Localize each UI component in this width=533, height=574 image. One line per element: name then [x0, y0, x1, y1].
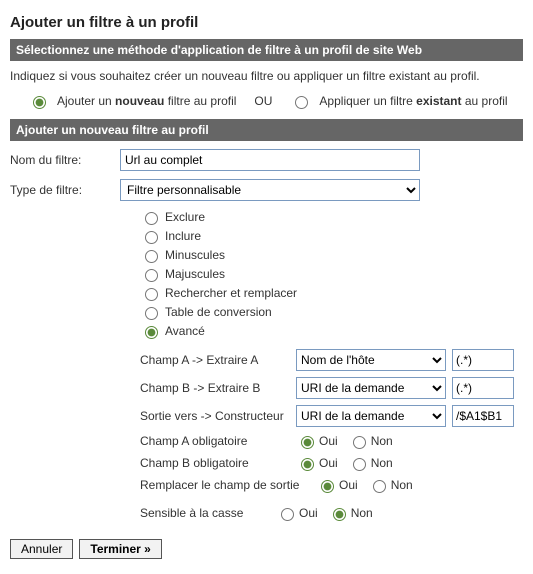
sortie-select[interactable]: URI de la demande: [296, 405, 446, 427]
subtype-label[interactable]: Inclure: [165, 229, 201, 243]
subtype-label[interactable]: Avancé: [165, 324, 205, 338]
submit-button[interactable]: Terminer »: [79, 539, 161, 559]
remplacer-label: Remplacer le champ de sortie: [140, 478, 310, 492]
subtype-minuscules-radio[interactable]: [145, 250, 158, 263]
sortie-input[interactable]: [452, 405, 514, 427]
method-section-bar: Sélectionnez une méthode d'application d…: [10, 39, 523, 61]
non-label[interactable]: Non: [391, 478, 413, 492]
subtype-avance-radio[interactable]: [145, 326, 158, 339]
champ-b-select[interactable]: URI de la demande: [296, 377, 446, 399]
casse-oui-radio[interactable]: [281, 508, 294, 521]
filter-name-label: Nom du filtre:: [10, 153, 120, 167]
subtype-majuscules-radio[interactable]: [145, 269, 158, 282]
oui-label[interactable]: Oui: [319, 456, 338, 470]
non-label[interactable]: Non: [371, 456, 393, 470]
subtype-label[interactable]: Majuscules: [165, 267, 225, 281]
champ-b-input[interactable]: [452, 377, 514, 399]
filter-subtype-group: Exclure Inclure Minuscules Majuscules Re…: [140, 209, 523, 339]
remplacer-oui-radio[interactable]: [321, 480, 334, 493]
subtype-conversion-radio[interactable]: [145, 307, 158, 320]
oui-label[interactable]: Oui: [339, 478, 358, 492]
subtype-label[interactable]: Minuscules: [165, 248, 225, 262]
filter-section-bar: Ajouter un nouveau filtre au profil: [10, 119, 523, 141]
oblig-b-non-radio[interactable]: [353, 458, 366, 471]
oblig-a-non-radio[interactable]: [353, 436, 366, 449]
non-label[interactable]: Non: [371, 434, 393, 448]
method-new-radio[interactable]: [33, 96, 46, 109]
champ-a-label: Champ A -> Extraire A: [140, 353, 290, 367]
page-title: Ajouter un filtre à un profil: [10, 14, 523, 31]
subtype-exclure-radio[interactable]: [145, 212, 158, 225]
champ-b-label: Champ B -> Extraire B: [140, 381, 290, 395]
filter-name-input[interactable]: [120, 149, 420, 171]
subtype-label[interactable]: Exclure: [165, 210, 205, 224]
oblig-a-label: Champ A obligatoire: [140, 434, 290, 448]
method-intro: Indiquez si vous souhaitez créer un nouv…: [10, 69, 523, 83]
casse-label: Sensible à la casse: [140, 506, 270, 520]
casse-non-radio[interactable]: [333, 508, 346, 521]
method-existing-label[interactable]: Appliquer un filtre existant au profil: [319, 94, 507, 108]
method-or: OU: [254, 94, 272, 108]
subtype-inclure-radio[interactable]: [145, 231, 158, 244]
sortie-label: Sortie vers -> Constructeur: [140, 409, 290, 423]
oblig-a-oui-radio[interactable]: [301, 436, 314, 449]
subtype-label[interactable]: Rechercher et remplacer: [165, 286, 297, 300]
cancel-button[interactable]: Annuler: [10, 539, 73, 559]
champ-a-select[interactable]: Nom de l'hôte: [296, 349, 446, 371]
non-label[interactable]: Non: [351, 506, 373, 520]
subtype-rechercher-radio[interactable]: [145, 288, 158, 301]
oui-label[interactable]: Oui: [299, 506, 318, 520]
remplacer-non-radio[interactable]: [373, 480, 386, 493]
subtype-label[interactable]: Table de conversion: [165, 305, 272, 319]
oblig-b-oui-radio[interactable]: [301, 458, 314, 471]
oblig-b-label: Champ B obligatoire: [140, 456, 290, 470]
filter-type-select[interactable]: Filtre personnalisable: [120, 179, 420, 201]
oui-label[interactable]: Oui: [319, 434, 338, 448]
method-existing-radio[interactable]: [295, 96, 308, 109]
method-new-label[interactable]: Ajouter un nouveau filtre au profil: [57, 94, 236, 108]
champ-a-input[interactable]: [452, 349, 514, 371]
filter-type-label: Type de filtre:: [10, 183, 120, 197]
